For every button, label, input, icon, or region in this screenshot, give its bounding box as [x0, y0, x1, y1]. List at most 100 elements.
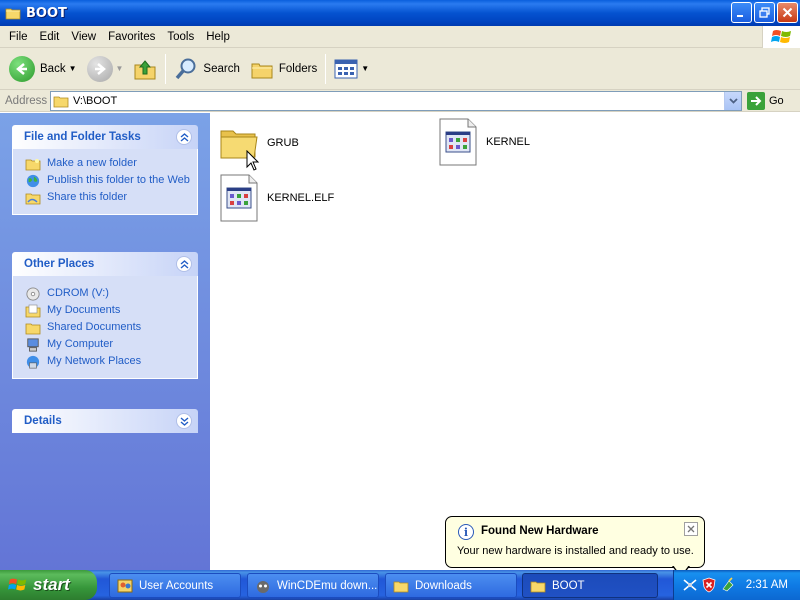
notification-balloon[interactable]: i Found New Hardware Your new hardware i…: [445, 516, 705, 568]
file-item-kernel-elf[interactable]: KERNEL.ELF: [219, 174, 334, 222]
search-button[interactable]: Search: [169, 51, 244, 87]
close-button[interactable]: [777, 2, 798, 23]
menu-edit[interactable]: Edit: [34, 31, 66, 43]
task-publish-folder[interactable]: Publish this folder to the Web: [25, 174, 197, 188]
taskbar-item-label: WinCDEmu down...: [277, 579, 378, 592]
folder-icon: [393, 581, 409, 592]
new-folder-icon: [25, 159, 41, 171]
panel-title: Other Places: [24, 258, 95, 270]
balloon-text: Your new hardware is installed and ready…: [457, 545, 694, 557]
address-bar: Address V:\BOOT Go: [0, 90, 800, 112]
menu-view[interactable]: View: [65, 31, 102, 43]
task-make-new-folder[interactable]: Make a new folder: [25, 157, 197, 171]
back-button[interactable]: Back ▼: [4, 51, 82, 87]
place-label: My Network Places: [47, 355, 142, 367]
up-folder-icon: [134, 59, 156, 79]
panel-header[interactable]: Other Places: [12, 252, 198, 276]
menu-bar: File Edit View Favorites Tools Help: [0, 26, 800, 48]
place-my-computer[interactable]: My Computer: [25, 338, 197, 352]
address-dropdown-button[interactable]: [724, 92, 741, 110]
folders-label: Folders: [278, 62, 318, 75]
back-arrow-icon: [9, 55, 35, 82]
menu-tools[interactable]: Tools: [161, 31, 200, 43]
close-icon: [782, 7, 793, 18]
file-folder-tasks-panel: File and Folder Tasks Make a new folder …: [12, 125, 198, 215]
my-documents-icon: [25, 304, 41, 318]
task-pane: File and Folder Tasks Make a new folder …: [0, 113, 210, 570]
panel-header[interactable]: Details: [12, 409, 198, 433]
task-share-folder[interactable]: Share this folder: [25, 191, 197, 205]
address-input[interactable]: V:\BOOT: [50, 91, 742, 111]
windows-logo: [762, 26, 800, 48]
task-label: Make a new folder: [47, 157, 137, 169]
panel-title: File and Folder Tasks: [24, 131, 141, 143]
info-icon: i: [458, 524, 474, 540]
place-label: My Computer: [47, 338, 114, 350]
search-label: Search: [203, 62, 240, 75]
close-icon: [687, 525, 695, 533]
place-network-places[interactable]: My Network Places: [25, 355, 197, 369]
folder-icon: [530, 581, 546, 592]
folder-icon: [53, 96, 69, 108]
minimize-button[interactable]: [731, 2, 752, 23]
collapse-icon[interactable]: [176, 256, 192, 272]
taskbar-item-wincdemu[interactable]: WinCDEmu down...: [247, 573, 379, 598]
system-file-icon: [220, 174, 258, 222]
network-icon[interactable]: [682, 578, 698, 592]
taskbar-item-downloads[interactable]: Downloads: [385, 573, 517, 598]
taskbar-item-boot[interactable]: BOOT: [522, 573, 658, 598]
place-my-documents[interactable]: My Documents: [25, 304, 197, 318]
taskbar-item-label: User Accounts: [139, 579, 214, 592]
chevron-down-icon: [728, 98, 738, 104]
back-dropdown-icon[interactable]: ▼: [69, 64, 77, 73]
file-item-kernel[interactable]: KERNEL: [438, 118, 530, 166]
windows-flag-icon: [770, 30, 791, 43]
forward-button[interactable]: ▼: [82, 51, 129, 87]
security-shield-icon[interactable]: [702, 577, 716, 593]
menu-favorites[interactable]: Favorites: [102, 31, 161, 43]
toolbar: Back ▼ ▼ Search Folders ▼: [0, 48, 800, 90]
file-name: GRUB: [267, 137, 299, 149]
views-icon: [334, 59, 358, 78]
collapse-icon[interactable]: [176, 129, 192, 145]
maximize-button[interactable]: [754, 2, 775, 23]
views-button[interactable]: ▼: [329, 51, 374, 87]
search-icon: [176, 58, 196, 79]
address-label: Address: [5, 94, 48, 107]
go-button[interactable]: Go: [747, 92, 784, 110]
user-accounts-icon: [117, 579, 133, 592]
system-tray: 2:31 AM: [673, 570, 800, 600]
start-label: start: [33, 575, 70, 594]
taskbar-item-user-accounts[interactable]: User Accounts: [109, 573, 241, 598]
start-button[interactable]: start: [0, 570, 97, 600]
forward-dropdown-icon[interactable]: ▼: [116, 64, 124, 73]
system-file-icon: [439, 118, 477, 166]
views-dropdown-icon[interactable]: ▼: [361, 64, 369, 73]
window-title: BOOT: [26, 5, 67, 21]
restore-icon: [759, 7, 770, 18]
go-label: Go: [769, 95, 784, 107]
expand-icon[interactable]: [176, 413, 192, 429]
folders-icon: [251, 63, 273, 78]
place-cdrom[interactable]: CDROM (V:): [25, 287, 197, 301]
address-value: V:\BOOT: [73, 95, 118, 107]
menu-file[interactable]: File: [3, 31, 34, 43]
publish-web-icon: [26, 174, 40, 188]
panel-title: Details: [24, 415, 62, 427]
balloon-close-button[interactable]: [684, 522, 698, 536]
title-bar[interactable]: BOOT: [0, 0, 800, 26]
folders-button[interactable]: Folders: [245, 51, 322, 87]
share-folder-icon: [25, 193, 41, 205]
place-label: CDROM (V:): [47, 287, 109, 299]
place-shared-documents[interactable]: Shared Documents: [25, 321, 197, 335]
up-folder-button[interactable]: [128, 51, 162, 87]
file-list-view[interactable]: GRUB KERNEL KERNEL.ELF: [210, 113, 800, 570]
task-label: Publish this folder to the Web: [47, 174, 190, 186]
safely-remove-hardware-icon[interactable]: [720, 577, 736, 593]
panel-header[interactable]: File and Folder Tasks: [12, 125, 198, 149]
other-places-panel: Other Places CDROM (V:) My Documents Sha…: [12, 252, 198, 379]
place-label: My Documents: [47, 304, 121, 316]
windows-flag-icon: [8, 578, 27, 591]
clock[interactable]: 2:31 AM: [746, 579, 788, 591]
menu-help[interactable]: Help: [200, 31, 236, 43]
